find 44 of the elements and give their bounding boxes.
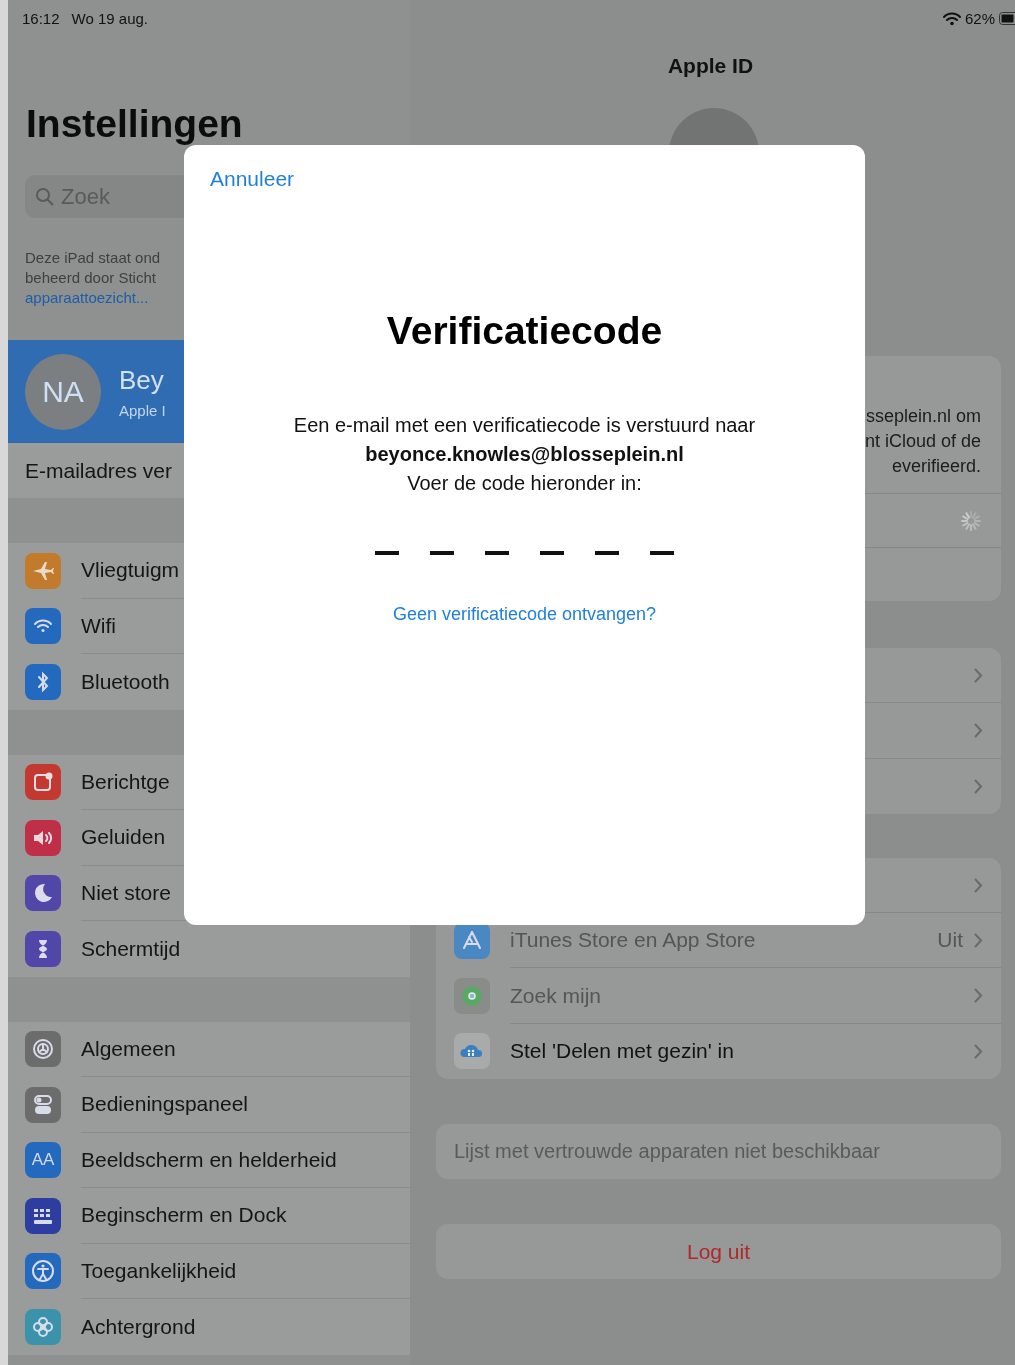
item-label: Zoek mijn [510,983,603,1008]
list-item[interactable]: Schermtijd [81,921,410,977]
radar-icon [454,978,490,1015]
status-date: Wo 19 aug. [71,10,148,27]
chevron-icon [973,987,983,1005]
dialog-title: Verificatiecode [386,309,663,353]
chevron-icon [973,666,983,684]
chevron-icon [973,1042,983,1060]
list-item[interactable]: Stel 'Delen met gezin' in [436,1023,1001,1080]
page-title: Apple ID [667,54,754,78]
text-size-icon: AA [25,1142,61,1179]
chevron-icon [973,721,983,739]
list-item[interactable]: Achtergrond [81,1299,410,1355]
resend-link[interactable]: Geen verificatiecode ontvangen? [392,604,657,625]
note-text: Deze iPad staat ond [25,248,162,268]
list-item[interactable]: Toegankelijkheid [81,1243,410,1299]
profile-subtitle: Apple I [119,401,166,419]
item-label: iTunes Store en App Store [510,928,757,953]
message-text: everifieerd. [891,455,981,478]
message-text: Een e-mail met een verificatiecode is verstuurd naar [293,413,756,438]
cancel-button[interactable]: Annuleer [210,167,295,191]
cloud-icon [454,1033,490,1070]
chevron-icon [973,777,983,795]
settings-title: Instellingen [26,104,243,144]
note-text: beheerd door Sticht [25,268,157,288]
message-text: Voer de code hieronder in: [407,471,642,496]
search-icon [35,186,55,207]
message-text: sseplein.nl om [865,405,981,428]
list-item[interactable]: Beeldscherm en helderheid [81,1132,410,1188]
list-item[interactable]: Algemeen [81,1021,410,1077]
battery-text: 62% [964,10,995,27]
message-text: nt iCloud of de [864,430,981,453]
message-text: beyonce.knowles@blosseplein.nl [365,442,684,467]
item-label: Stel 'Delen met gezin' in [510,1039,735,1064]
list-item[interactable]: Bedieningspaneel [81,1077,410,1133]
info-text: Lijst met vertrouwde apparaten niet beschikbaar [436,1124,1001,1180]
chevron-icon [973,931,983,949]
chevron-icon [973,876,983,894]
profile-name: Bey [119,364,165,396]
item-value: Uit [937,928,963,953]
status-time: 16:12 [22,10,60,27]
avatar-circle: NA [25,353,101,430]
wifi-icon [942,11,961,26]
list-item[interactable]: Beginscherm en Dock [81,1188,410,1244]
